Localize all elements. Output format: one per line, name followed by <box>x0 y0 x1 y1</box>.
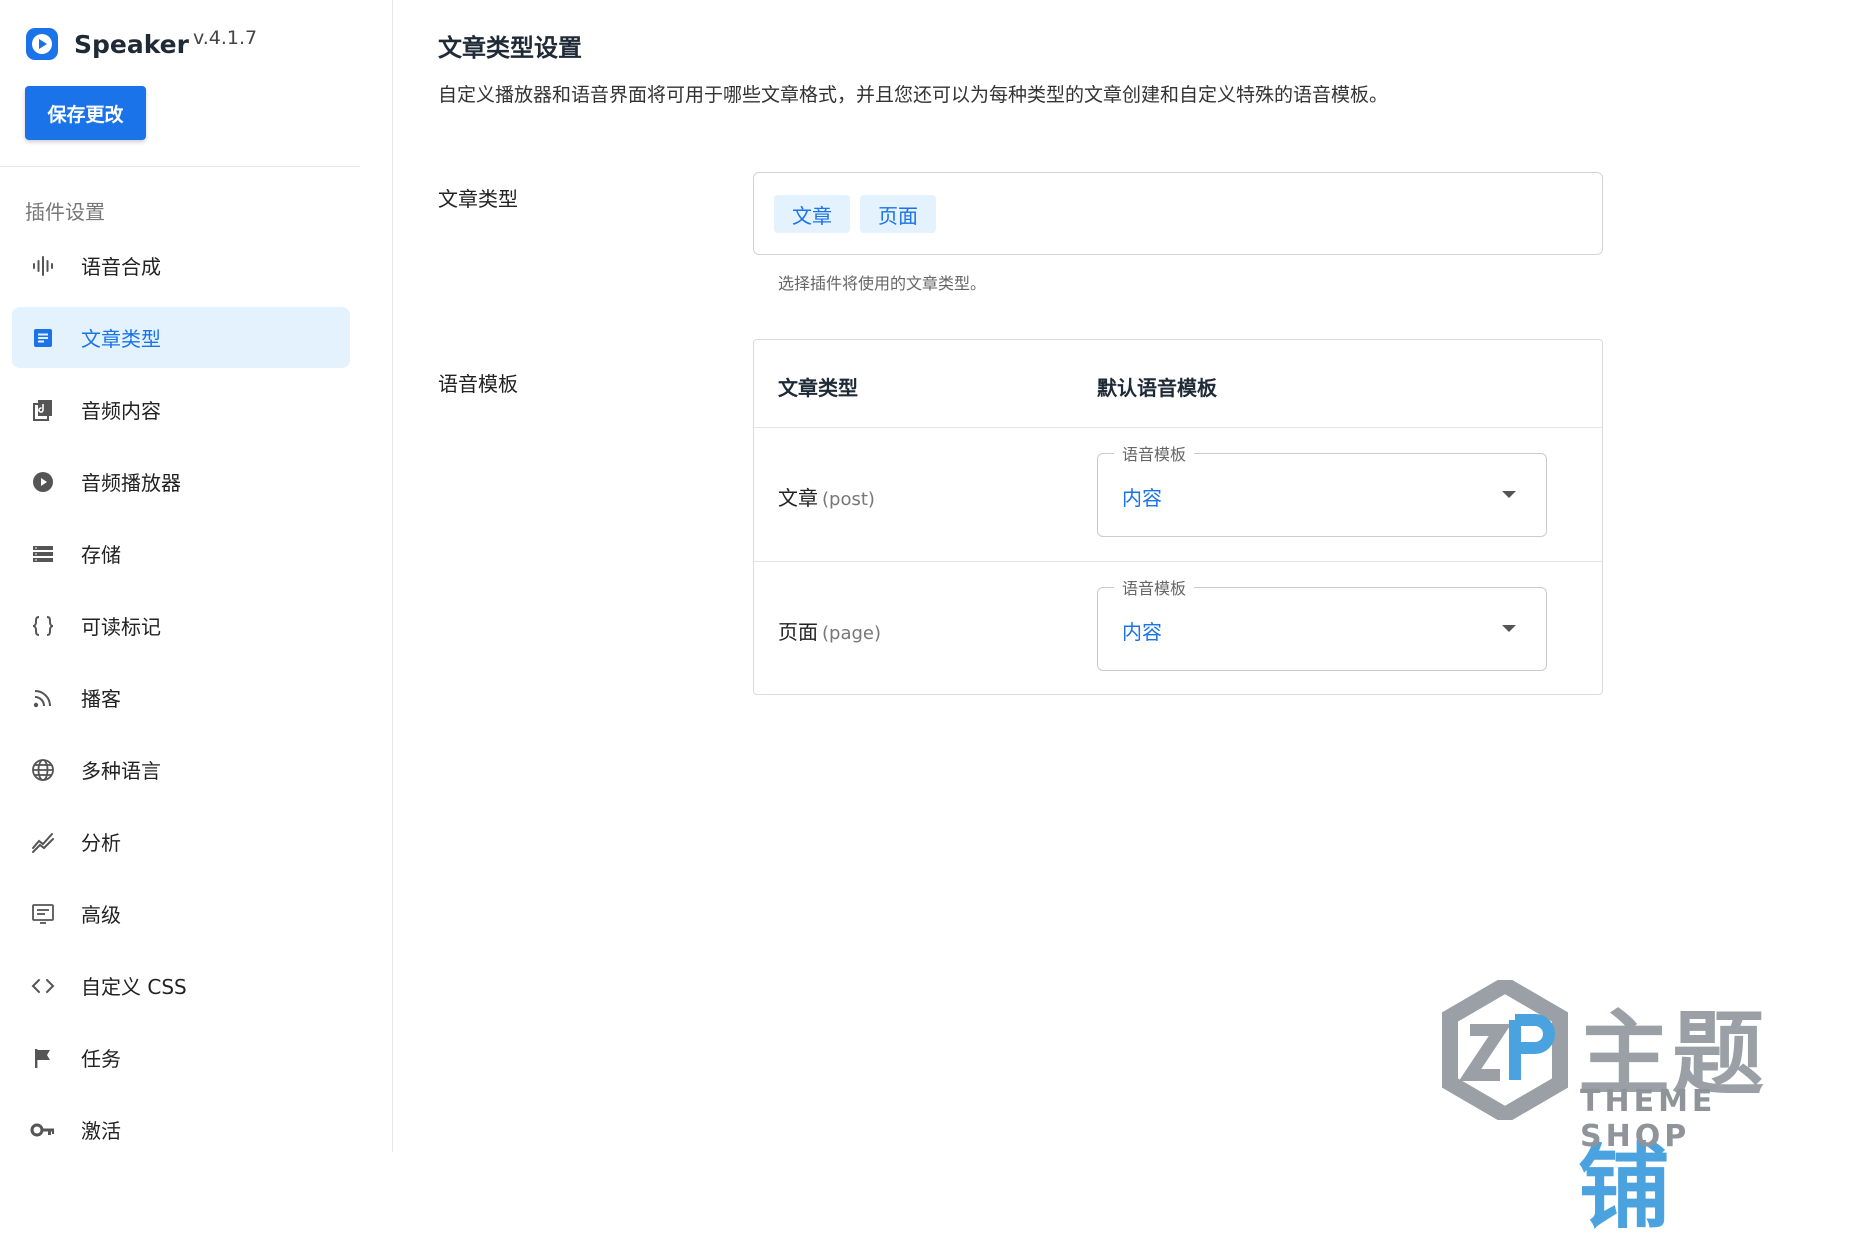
sidebar-item-label: 任务 <box>81 1047 121 1071</box>
post-types-select[interactable]: 文章 页面 <box>753 172 1603 255</box>
post-type-chip[interactable]: 文章 <box>774 195 850 233</box>
sidebar-item-advanced[interactable]: 高级 <box>12 883 350 944</box>
sidebar-item-label: 音频播放器 <box>81 471 181 495</box>
voice-templates-table: 文章类型 默认语音模板 文章 (post) 语音模板 内容 页面 (page) 语音… <box>753 339 1603 695</box>
row-post-type: 页面 (page) <box>778 616 881 645</box>
page-description: 自定义播放器和语音界面将可用于哪些文章格式，并且您还可以为每种类型的文章创建和自… <box>438 84 1389 106</box>
row-post-type-name: 页面 <box>778 620 818 644</box>
app-version: v.4.1.7 <box>192 27 258 49</box>
globe-icon <box>30 757 56 783</box>
sidebar-item-audio-content[interactable]: 音频内容 <box>12 379 350 440</box>
waveform-icon <box>30 253 56 279</box>
select-legend: 语音模板 <box>1114 441 1195 465</box>
sidebar-item-label: 文章类型 <box>81 327 161 351</box>
sidebar-item-podcast[interactable]: 播客 <box>12 667 350 728</box>
select-value: 内容 <box>1122 486 1162 510</box>
row-post-type-slug: (post) <box>822 489 875 510</box>
sidebar-divider <box>0 166 360 167</box>
save-changes-button[interactable]: 保存更改 <box>25 86 146 140</box>
rss-icon <box>30 685 56 711</box>
column-header-post-type: 文章类型 <box>778 376 858 400</box>
post-types-helper-text: 选择插件将使用的文章类型。 <box>778 274 987 293</box>
code-icon <box>30 973 56 999</box>
sidebar-item-activation[interactable]: 激活 <box>12 1099 350 1160</box>
voice-templates-label: 语音模板 <box>438 372 518 396</box>
sidebar-section-label: 插件设置 <box>25 200 105 224</box>
sidebar-item-label: 可读标记 <box>81 615 161 639</box>
chevron-down-icon <box>1502 491 1516 498</box>
sidebar-item-label: 音频内容 <box>81 399 161 423</box>
column-header-default-template: 默认语音模板 <box>1097 376 1217 400</box>
key-icon <box>30 1117 56 1143</box>
sidebar-item-label: 分析 <box>81 831 121 855</box>
select-value: 内容 <box>1122 620 1162 644</box>
braces-icon <box>30 613 56 639</box>
sidebar-item-analytics[interactable]: 分析 <box>12 811 350 872</box>
sidebar-item-tasks[interactable]: 任务 <box>12 1027 350 1088</box>
sidebar-item-label: 存储 <box>81 543 121 567</box>
sidebar-item-storage[interactable]: 存储 <box>12 523 350 584</box>
brand: Speaker v.4.1.7 <box>26 27 258 60</box>
sidebar-item-label: 高级 <box>81 903 121 927</box>
row-post-type-name: 文章 <box>778 486 818 510</box>
sidebar-item-speech-synthesis[interactable]: 语音合成 <box>12 235 350 296</box>
app-name: Speaker <box>74 29 189 59</box>
sidebar-item-readable-markup[interactable]: 可读标记 <box>12 595 350 656</box>
row-post-type: 文章 (post) <box>778 482 875 511</box>
sidebar-nav: 语音合成 文章类型 音频内容 音频播放器 存储 可读标记 播客 多种语言 分析 … <box>12 235 350 1171</box>
sidebar-item-label: 语音合成 <box>81 255 161 279</box>
table-row: 文章 (post) 语音模板 内容 <box>754 428 1602 561</box>
row-post-type-slug: (page) <box>822 623 882 644</box>
voice-template-select[interactable]: 语音模板 内容 <box>1097 575 1547 671</box>
table-header: 文章类型 默认语音模板 <box>754 340 1602 428</box>
chevron-down-icon <box>1502 625 1516 632</box>
play-circle-icon <box>30 469 56 495</box>
analytics-icon <box>30 829 56 855</box>
flag-icon <box>30 1045 56 1071</box>
sidebar-item-label: 自定义 CSS <box>81 975 187 999</box>
select-legend: 语音模板 <box>1114 575 1195 599</box>
speaker-logo-icon <box>26 28 58 60</box>
storage-icon <box>30 541 56 567</box>
advanced-icon <box>30 901 56 927</box>
sidebar-item-label: 多种语言 <box>81 759 161 783</box>
table-row: 页面 (page) 语音模板 内容 <box>754 561 1602 694</box>
audio-content-icon <box>30 397 56 423</box>
sidebar-item-audio-player[interactable]: 音频播放器 <box>12 451 350 512</box>
watermark-logo-icon <box>1442 980 1568 1120</box>
post-type-chip[interactable]: 页面 <box>860 195 936 233</box>
sidebar: Speaker v.4.1.7 保存更改 插件设置 语音合成 文章类型 音频内容 <box>0 0 393 1152</box>
sidebar-item-label: 激活 <box>81 1119 121 1143</box>
sidebar-item-custom-css[interactable]: 自定义 CSS <box>12 955 350 1016</box>
sidebar-item-post-types[interactable]: 文章类型 <box>12 307 350 368</box>
watermark-subtext: THEME SHOP <box>1580 1084 1717 1154</box>
document-icon <box>30 325 56 351</box>
sidebar-item-label: 播客 <box>81 687 121 711</box>
watermark: 主题铺 THEME SHOP <box>1440 980 1840 1241</box>
sidebar-item-multilingual[interactable]: 多种语言 <box>12 739 350 800</box>
voice-template-select[interactable]: 语音模板 内容 <box>1097 441 1547 537</box>
post-types-label: 文章类型 <box>438 187 518 211</box>
page-title: 文章类型设置 <box>438 34 582 62</box>
